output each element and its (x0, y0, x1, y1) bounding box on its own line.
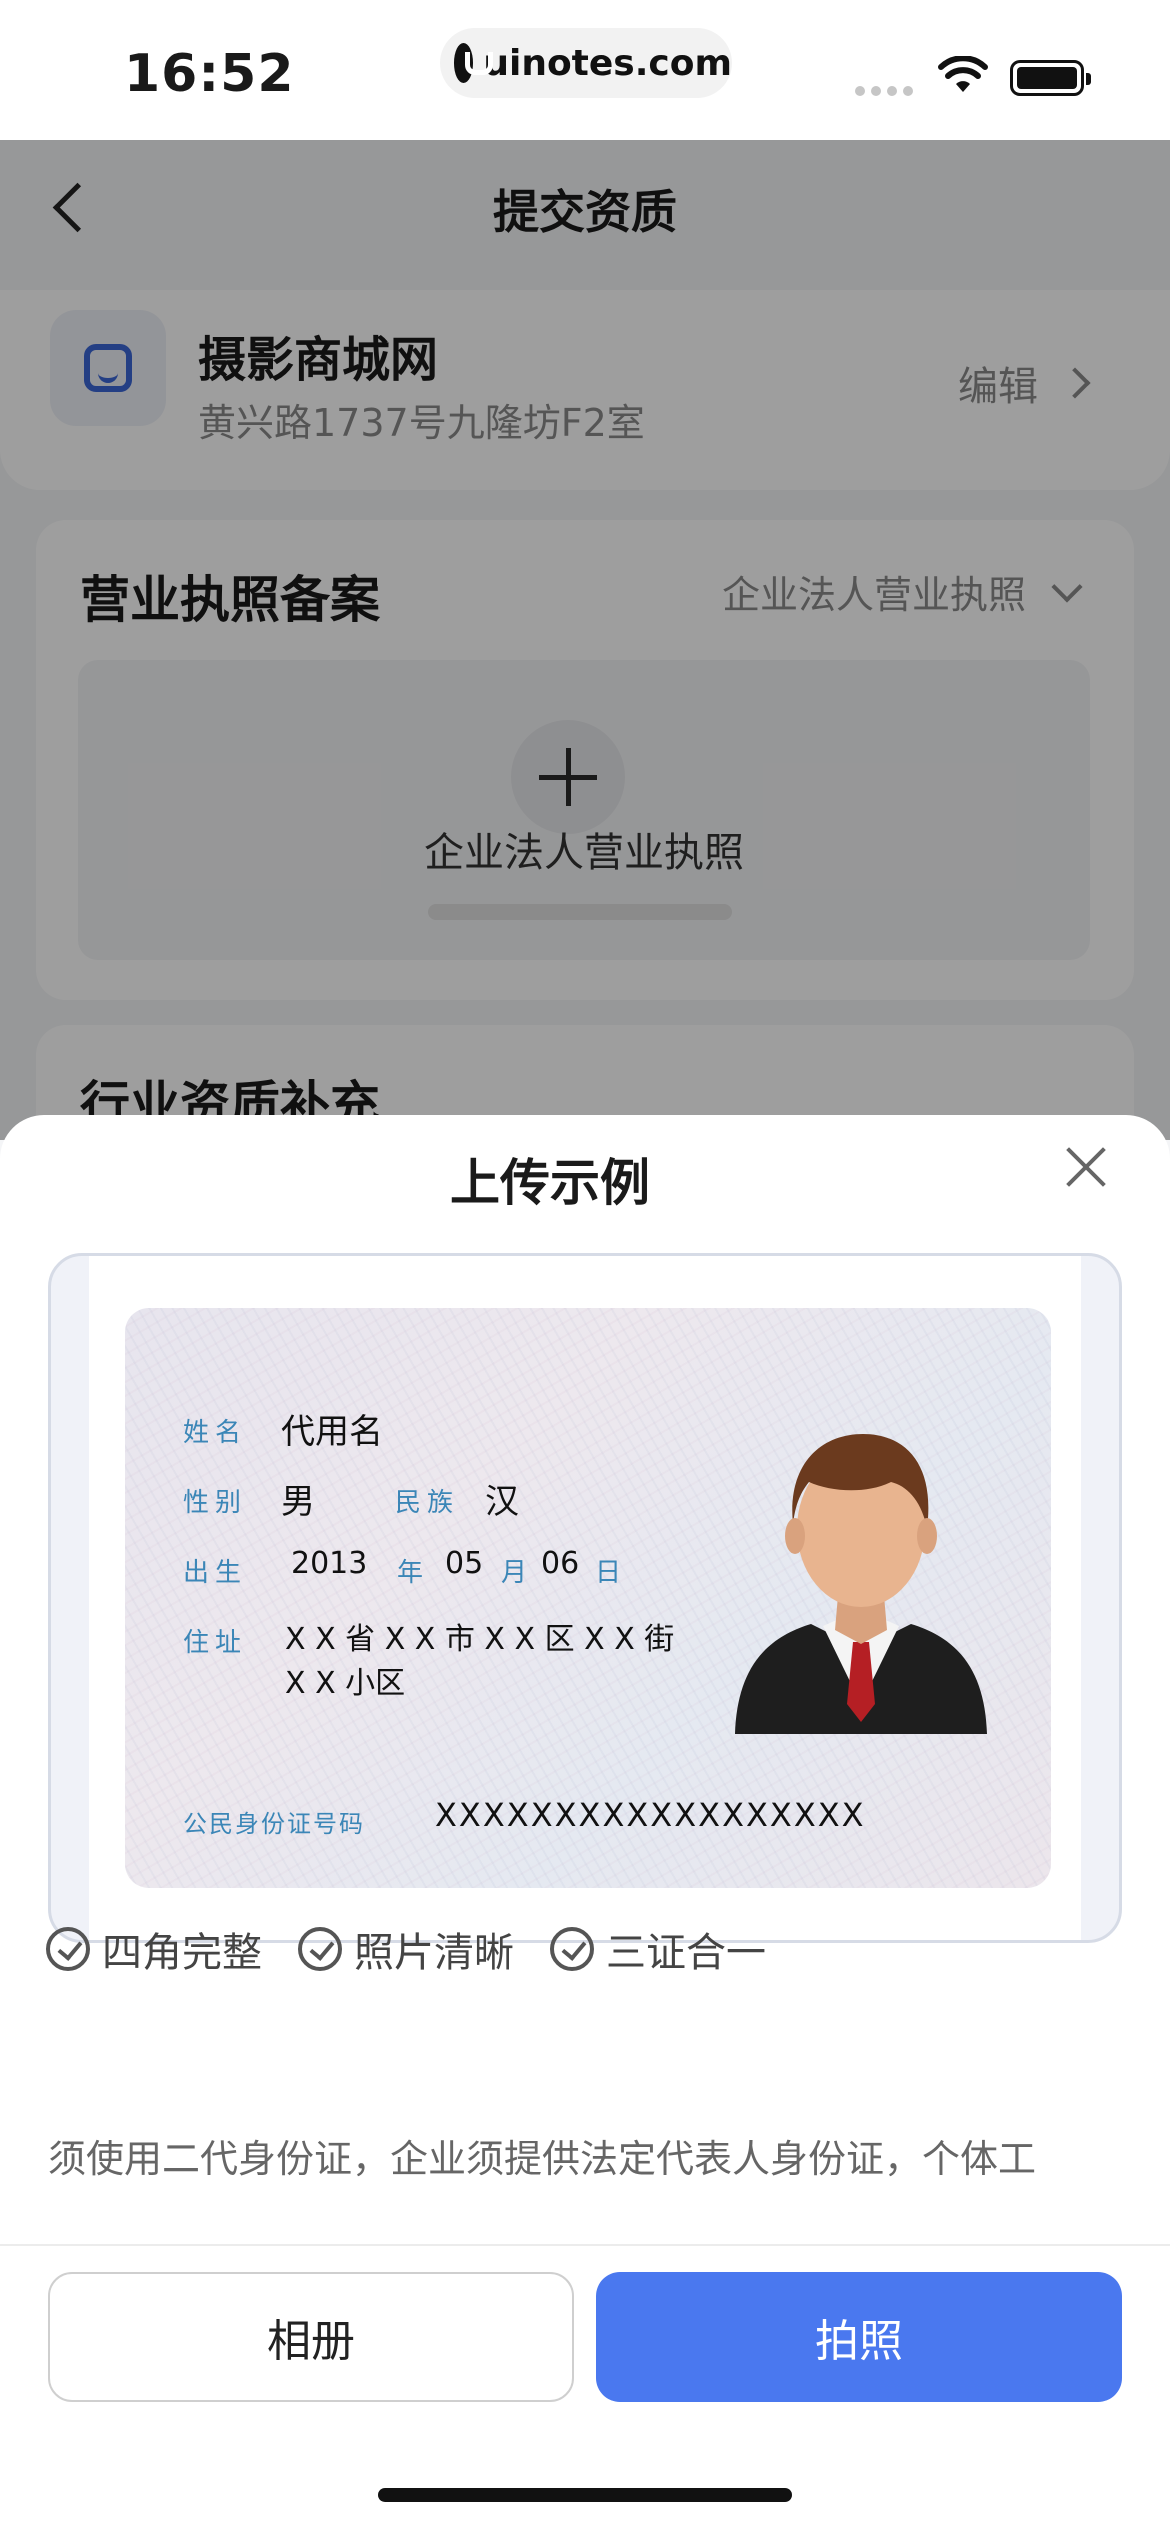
sheet-title: 上传示例 (450, 1154, 650, 1212)
feature-item: 照片清晰 (298, 1920, 514, 1978)
feature-label: 三证合一 (606, 1930, 766, 1976)
url-text: uinotes.com (483, 42, 732, 84)
id-day-unit: 日 (595, 1558, 628, 1588)
take-photo-button[interactable]: 拍照 (596, 2272, 1122, 2402)
id-birth-label: 出生 (183, 1558, 248, 1588)
id-birth-month: 05 (445, 1546, 484, 1581)
id-month-unit: 月 (501, 1558, 534, 1588)
id-address-label: 住址 (183, 1628, 248, 1658)
modal-overlay[interactable] (0, 140, 1170, 1140)
feature-item: 四角完整 (46, 1920, 262, 1978)
status-time: 16:52 (124, 44, 295, 104)
id-card-example: 姓名 代用名 性别 男 民族 汉 出生 2013 年 05 月 06 日 住址 … (125, 1308, 1051, 1888)
id-address-line1: X X 省 X X 市 X X 区 X X 街 (285, 1622, 675, 1657)
id-ethnicity-value: 汉 (485, 1482, 519, 1522)
feature-label: 照片清晰 (354, 1930, 514, 1976)
feature-label: 四角完整 (102, 1930, 262, 1976)
id-address-line2: X X 小区 (285, 1666, 406, 1701)
album-button[interactable]: 相册 (48, 2272, 574, 2402)
site-logo-icon (454, 43, 494, 83)
feature-item: 三证合一 (550, 1920, 766, 1978)
id-number-label: 公民身份证号码 (183, 1810, 365, 1838)
id-number-value: XXXXXXXXXXXXXXXXXX (435, 1796, 866, 1834)
home-indicator (378, 2488, 792, 2502)
status-bar: 16:52 uinotes.com (0, 0, 1170, 140)
close-icon[interactable] (1060, 1141, 1112, 1193)
id-gender-label: 性别 (183, 1488, 248, 1518)
id-year-unit: 年 (397, 1558, 430, 1588)
url-bar[interactable]: uinotes.com (440, 28, 732, 98)
id-name-value: 代用名 (281, 1412, 383, 1452)
notice-text: 须使用二代身份证，企业须提供法定代表人身份证，个体工 (48, 2137, 1037, 2181)
wifi-icon (938, 56, 988, 92)
feature-list: 四角完整 照片清晰 三证合一 (46, 1920, 802, 1978)
divider (0, 2244, 1170, 2246)
check-circle-icon (550, 1927, 594, 1971)
portrait-photo-icon (735, 1434, 987, 1734)
battery-icon (1010, 60, 1091, 96)
id-birth-year: 2013 (291, 1546, 368, 1581)
id-ethnicity-label: 民族 (395, 1488, 460, 1518)
id-birth-day: 06 (541, 1546, 580, 1581)
id-gender-value: 男 (281, 1482, 315, 1522)
example-image-frame: 姓名 代用名 性别 男 民族 汉 出生 2013 年 05 月 06 日 住址 … (48, 1253, 1122, 1943)
check-circle-icon (46, 1927, 90, 1971)
check-circle-icon (298, 1927, 342, 1971)
id-name-label: 姓名 (183, 1418, 248, 1448)
signal-icon (855, 86, 913, 96)
